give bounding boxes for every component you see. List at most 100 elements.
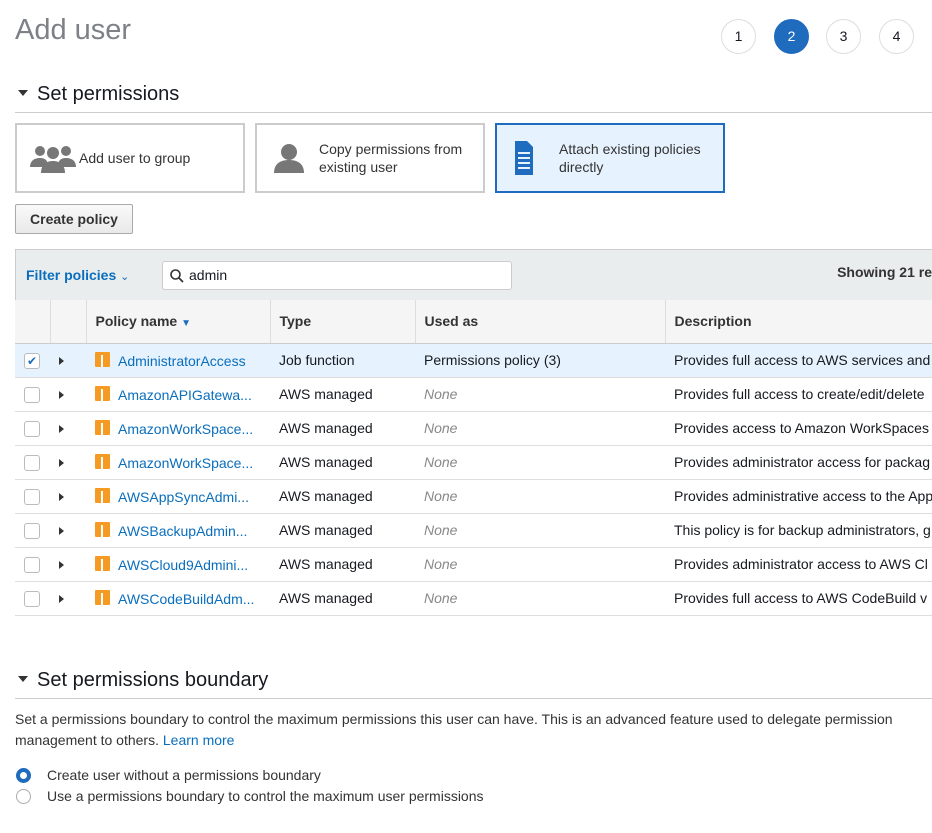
- policy-description: Provides access to Amazon WorkSpaces: [665, 411, 932, 446]
- policy-name-link[interactable]: AWSAppSyncAdmi...: [118, 489, 249, 505]
- search-value: admin: [189, 267, 228, 283]
- option-attach-policies[interactable]: Attach existing policies directly: [495, 123, 725, 193]
- section-title: Set permissions boundary: [37, 669, 269, 691]
- results-count: Showing 21 re: [837, 264, 932, 280]
- chevron-down-icon: ⌄: [120, 271, 130, 283]
- policy-icon: [95, 351, 110, 367]
- policy-icon: [95, 419, 110, 435]
- column-type[interactable]: Type: [269, 300, 415, 344]
- option-label: Attach existing policies directly: [559, 141, 701, 175]
- learn-more-link[interactable]: Learn more: [163, 732, 235, 748]
- option-label: Add user to group: [79, 150, 191, 166]
- expand-row-icon[interactable]: [59, 595, 64, 604]
- table-row[interactable]: AWSBackupAdmin... AWS managed None This …: [15, 513, 932, 548]
- row-checkbox[interactable]: [24, 454, 40, 471]
- policy-used-as: None: [415, 445, 665, 480]
- option-copy-permissions[interactable]: Copy permissions from existing user: [255, 123, 485, 193]
- radio-use-boundary[interactable]: [16, 789, 31, 804]
- expand-row-icon[interactable]: [59, 357, 64, 366]
- column-policy-name[interactable]: Policy name ▼: [85, 300, 270, 344]
- policy-name-link[interactable]: AWSBackupAdmin...: [118, 523, 247, 539]
- policy-description: This policy is for backup administrators…: [665, 513, 932, 548]
- policy-description: Provides administrator access to AWS Cl: [665, 547, 932, 582]
- row-checkbox[interactable]: [24, 420, 40, 437]
- policy-description: Provides full access to create/edit/dele…: [665, 377, 932, 412]
- table-row[interactable]: AWSAppSyncAdmi... AWS managed None Provi…: [15, 479, 932, 514]
- row-checkbox[interactable]: ✔: [24, 352, 40, 369]
- policy-type: AWS managed: [270, 513, 415, 548]
- select-column-header: [15, 300, 50, 344]
- radio-no-boundary-label[interactable]: Create user without a permissions bounda…: [47, 767, 321, 783]
- policy-icon: [95, 521, 110, 537]
- radio-use-boundary-label[interactable]: Use a permissions boundary to control th…: [47, 788, 484, 804]
- caret-down-icon: [18, 676, 28, 683]
- table-row[interactable]: AmazonWorkSpace... AWS managed None Prov…: [15, 445, 932, 480]
- policy-used-as: Permissions policy (3): [415, 343, 665, 378]
- filter-policies-dropdown[interactable]: Filter policies ⌄: [26, 267, 129, 283]
- expand-row-icon[interactable]: [59, 561, 64, 570]
- row-checkbox[interactable]: [24, 590, 40, 607]
- policy-description: Provides full access to AWS services and: [665, 343, 932, 378]
- policy-type: AWS managed: [270, 445, 415, 480]
- policy-search-input[interactable]: admin: [162, 261, 512, 290]
- table-row[interactable]: AmazonWorkSpace... AWS managed None Prov…: [15, 411, 932, 446]
- set-boundary-header[interactable]: Set permissions boundary: [15, 669, 932, 699]
- policy-icon: [95, 453, 110, 469]
- row-checkbox[interactable]: [24, 556, 40, 573]
- caret-down-icon: [18, 90, 28, 97]
- policy-name-link[interactable]: AmazonWorkSpace...: [118, 421, 253, 437]
- expand-row-icon[interactable]: [59, 493, 64, 502]
- page-title: Add user: [15, 14, 132, 46]
- step-3[interactable]: 3: [826, 19, 861, 54]
- policy-type: AWS managed: [270, 547, 415, 582]
- policy-table: Policy name ▼ Type Used as Description ✔…: [15, 300, 932, 616]
- boundary-description: Set a permissions boundary to control th…: [15, 711, 893, 748]
- policy-name-link[interactable]: AmazonAPIGatewa...: [118, 387, 252, 403]
- user-icon: [274, 144, 304, 173]
- row-checkbox[interactable]: [24, 522, 40, 539]
- step-2[interactable]: 2: [774, 19, 809, 54]
- expand-row-icon[interactable]: [59, 391, 64, 400]
- policy-name-link[interactable]: AmazonWorkSpace...: [118, 455, 253, 471]
- create-policy-button[interactable]: Create policy: [15, 204, 133, 234]
- search-icon: [170, 269, 184, 283]
- policy-icon: [95, 589, 110, 605]
- option-add-user-to-group[interactable]: Add user to group: [15, 123, 245, 193]
- filter-label: Filter policies: [26, 267, 117, 283]
- column-description[interactable]: Description: [664, 300, 932, 344]
- expand-row-icon[interactable]: [59, 459, 64, 468]
- column-used-as[interactable]: Used as: [414, 300, 665, 344]
- radio-no-boundary[interactable]: [16, 768, 31, 783]
- policy-used-as: None: [415, 581, 665, 616]
- policy-description: Provides administrative access to the Ap…: [665, 479, 932, 514]
- table-row[interactable]: ✔ AdministratorAccess Job function Permi…: [15, 343, 932, 378]
- policy-used-as: None: [415, 547, 665, 582]
- row-checkbox[interactable]: [24, 488, 40, 505]
- set-permissions-header[interactable]: Set permissions: [15, 83, 932, 113]
- option-label: Copy permissions from existing user: [319, 141, 463, 175]
- table-row[interactable]: AWSCodeBuildAdm... AWS managed None Prov…: [15, 581, 932, 616]
- policy-description: Provides administrator access for packag: [665, 445, 932, 480]
- policy-icon: [95, 487, 110, 503]
- table-row[interactable]: AmazonAPIGatewa... AWS managed None Prov…: [15, 377, 932, 412]
- expand-row-icon[interactable]: [59, 527, 64, 536]
- policy-description: Provides full access to AWS CodeBuild v: [665, 581, 932, 616]
- policy-used-as: None: [415, 479, 665, 514]
- document-icon: [515, 141, 533, 175]
- policy-type: AWS managed: [270, 581, 415, 616]
- row-checkbox[interactable]: [24, 386, 40, 403]
- policy-used-as: None: [415, 377, 665, 412]
- policy-toolbar: Filter policies ⌄ admin Showing 21 re: [15, 249, 932, 301]
- policy-used-as: None: [415, 513, 665, 548]
- table-row[interactable]: AWSCloud9Admini... AWS managed None Prov…: [15, 547, 932, 582]
- policy-type: AWS managed: [270, 411, 415, 446]
- expand-column-header: [49, 300, 86, 344]
- policy-type: AWS managed: [270, 479, 415, 514]
- expand-row-icon[interactable]: [59, 425, 64, 434]
- step-1[interactable]: 1: [721, 19, 756, 54]
- policy-name-link[interactable]: AWSCodeBuildAdm...: [118, 591, 254, 607]
- policy-name-link[interactable]: AWSCloud9Admini...: [118, 557, 248, 573]
- step-4[interactable]: 4: [879, 19, 914, 54]
- sort-desc-icon: ▼: [181, 318, 191, 330]
- policy-name-link[interactable]: AdministratorAccess: [118, 353, 246, 369]
